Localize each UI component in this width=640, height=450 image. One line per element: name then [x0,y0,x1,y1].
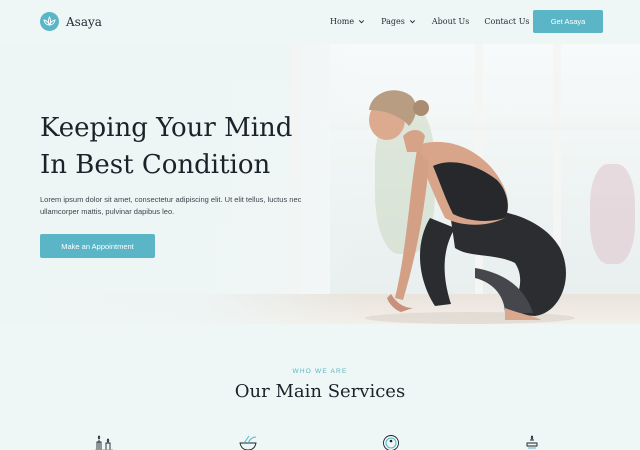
nav-item-about[interactable]: About Us [432,17,469,26]
hero-title-line-1: Keeping Your Mind [40,110,340,147]
brand-name: Asaya [66,15,102,29]
hero-title-line-2: In Best Condition [40,147,340,184]
hero-overlay [0,44,360,324]
nav-item-label: Contact Us [484,17,529,26]
nav-item-label: About Us [432,17,469,26]
woman-stretching-photo [355,68,585,324]
hero-title: Keeping Your Mind In Best Condition [40,110,340,184]
services-section: WHO WE ARE Our Main Services [0,324,640,448]
section-eyebrow: WHO WE ARE [0,368,640,375]
get-asaya-button[interactable]: Get Asaya [533,10,603,33]
section-title: Our Main Services [0,381,640,402]
hero-section: Keeping Your Mind In Best Condition Lore… [0,44,640,324]
hero-description: Lorem ipsum dolor sit amet, consectetur … [40,194,320,218]
nav-item-label: Home [330,17,354,26]
lotus-icon [40,12,59,31]
nav-item-home[interactable]: Home [330,17,366,26]
main-nav: Home Pages About Us Contact Us [330,17,545,26]
make-appointment-button[interactable]: Make an Appointment [40,234,155,258]
brand-logo[interactable]: Asaya [40,12,102,31]
chevron-down-icon [357,17,366,26]
nav-item-pages[interactable]: Pages [381,17,417,26]
site-header: Asaya Home Pages About Us Contact Us Get… [0,0,640,44]
chevron-down-icon [408,17,417,26]
nav-item-contact[interactable]: Contact Us [484,17,529,26]
nav-item-label: Pages [381,17,405,26]
